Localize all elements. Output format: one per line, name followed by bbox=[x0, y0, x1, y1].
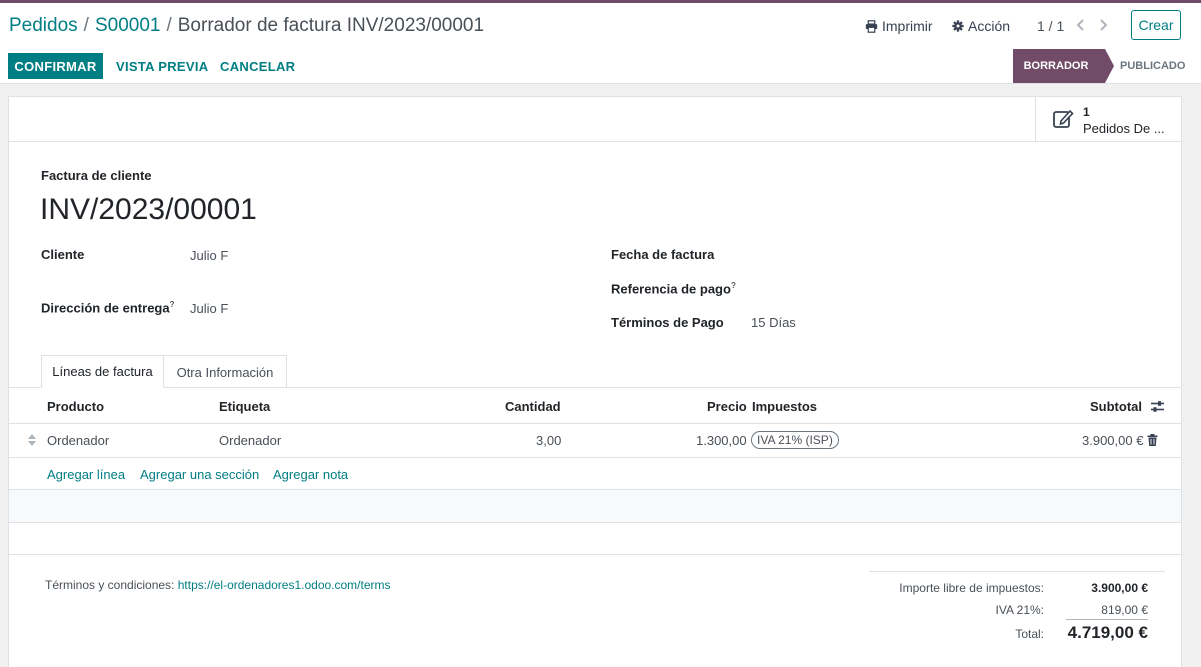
total-label: Total: bbox=[1015, 627, 1044, 641]
row-price[interactable]: 1.300,00 bbox=[696, 433, 747, 448]
tax-value: 819,00 € bbox=[1101, 603, 1148, 617]
tab-other-info[interactable]: Otra Información bbox=[163, 355, 287, 388]
breadcrumb: Pedidos / S00001/Borrador de factura INV/2… bbox=[9, 15, 484, 37]
breadcrumb-current: Borrador de factura INV/2023/00001 bbox=[177, 15, 485, 36]
cancel-button[interactable]: CANCELAR bbox=[220, 59, 295, 74]
table-row[interactable] bbox=[9, 424, 1181, 457]
add-note-link[interactable]: Agregar nota bbox=[273, 467, 348, 482]
add-line-link[interactable]: Agregar línea bbox=[47, 467, 125, 482]
chevron-right-icon[interactable] bbox=[1097, 17, 1109, 33]
stage-published[interactable]: PUBLICADO bbox=[1120, 60, 1185, 72]
col-header-price[interactable]: Precio bbox=[707, 399, 747, 414]
total-divider bbox=[1066, 619, 1148, 620]
invoice-type-label: Factura de cliente bbox=[41, 168, 152, 183]
col-header-quantity[interactable]: Cantidad bbox=[505, 399, 561, 414]
help-tooltip-icon[interactable]: ? bbox=[170, 300, 175, 309]
confirm-button[interactable]: CONFIRMAR bbox=[8, 53, 103, 79]
tax-label: IVA 21%: bbox=[995, 603, 1044, 617]
action-button[interactable]: Acción bbox=[952, 18, 1010, 34]
smart-button-label: Pedidos De ... bbox=[1083, 121, 1165, 136]
edit-icon bbox=[1053, 109, 1074, 128]
row-label[interactable]: Ordenador bbox=[219, 433, 281, 448]
create-button[interactable]: Crear bbox=[1131, 10, 1181, 40]
gear-icon bbox=[952, 20, 964, 32]
smart-button-bar: 1 Pedidos De ... bbox=[9, 97, 1181, 142]
help-tooltip-icon[interactable]: ? bbox=[731, 281, 736, 290]
delivery-address-field[interactable]: Julio F bbox=[190, 301, 228, 316]
chevron-left-icon[interactable] bbox=[1075, 17, 1087, 33]
add-section-link[interactable]: Agregar una sección bbox=[140, 467, 259, 482]
column-settings-icon[interactable] bbox=[1150, 400, 1165, 413]
breadcrumb-root[interactable]: Pedidos bbox=[9, 15, 78, 36]
status-bar: CONFIRMAR VISTA PREVIA CANCELAR BORRADOR… bbox=[0, 49, 1201, 84]
pager-value[interactable]: 1 / 1 bbox=[1037, 18, 1064, 34]
print-label: Imprimir bbox=[882, 18, 933, 34]
sale-orders-smart-button[interactable]: 1 Pedidos De ... bbox=[1035, 97, 1182, 141]
row-product[interactable]: Ordenador bbox=[47, 433, 109, 448]
invoice-date-label: Fecha de factura bbox=[611, 247, 715, 262]
tax-badge[interactable]: IVA 21% (ISP) bbox=[751, 431, 839, 449]
stage-draft[interactable]: BORRADOR bbox=[1013, 49, 1105, 83]
customer-field[interactable]: Julio F bbox=[190, 248, 228, 263]
tabs-divider bbox=[9, 387, 1181, 388]
totals-top-border bbox=[869, 571, 1165, 572]
breadcrumb-order[interactable]: S00001 bbox=[95, 15, 161, 36]
payment-reference-label: Referencia de pago? bbox=[611, 281, 736, 297]
terms-link[interactable]: https://el-ordenadores1.odoo.com/terms bbox=[178, 578, 391, 592]
delivery-address-label: Dirección de entrega? bbox=[41, 300, 175, 316]
total-value: 4.719,00 € bbox=[1067, 623, 1148, 642]
customer-label: Cliente bbox=[41, 247, 85, 262]
stage-arrow bbox=[1105, 49, 1114, 83]
tab-invoice-lines[interactable]: Líneas de factura bbox=[41, 355, 164, 388]
invoice-number: INV/2023/00001 bbox=[40, 193, 257, 226]
printer-icon bbox=[865, 19, 878, 33]
control-panel: Pedidos / S00001/Borrador de factura INV/2… bbox=[0, 3, 1201, 50]
row-subtotal: 3.900,00 € bbox=[1082, 433, 1144, 448]
breadcrumb-separator: / bbox=[166, 15, 172, 36]
terms-label: Términos y condiciones: bbox=[45, 578, 175, 592]
action-label: Acción bbox=[968, 18, 1011, 34]
sort-handle-icon[interactable] bbox=[28, 434, 36, 446]
empty-row bbox=[9, 490, 1181, 522]
col-header-taxes[interactable]: Impuestos bbox=[752, 399, 817, 414]
untaxed-amount-value: 3.900,00 € bbox=[1091, 581, 1148, 595]
col-header-label[interactable]: Etiqueta bbox=[219, 399, 270, 414]
col-header-product[interactable]: Producto bbox=[47, 399, 104, 414]
print-button[interactable]: Imprimir bbox=[865, 18, 933, 34]
payment-terms-field[interactable]: 15 Días bbox=[751, 315, 796, 330]
payment-terms-label: Términos de Pago bbox=[611, 315, 724, 330]
table-bottom-divider bbox=[9, 554, 1181, 555]
preview-button[interactable]: VISTA PREVIA bbox=[116, 59, 208, 74]
row-quantity[interactable]: 3,00 bbox=[536, 433, 561, 448]
breadcrumb-separator: / bbox=[83, 15, 89, 36]
col-header-subtotal[interactable]: Subtotal bbox=[1090, 399, 1142, 414]
row-divider bbox=[9, 522, 1181, 523]
terms-and-conditions: Términos y condiciones: https://el-orden… bbox=[45, 578, 391, 592]
invoice-date-field[interactable] bbox=[751, 247, 1051, 263]
smart-button-value: 1 bbox=[1083, 105, 1090, 119]
trash-icon[interactable] bbox=[1147, 434, 1158, 446]
untaxed-amount-label: Importe libre de impuestos: bbox=[899, 581, 1044, 595]
row-divider bbox=[9, 457, 1181, 458]
payment-reference-field[interactable] bbox=[751, 281, 1051, 297]
